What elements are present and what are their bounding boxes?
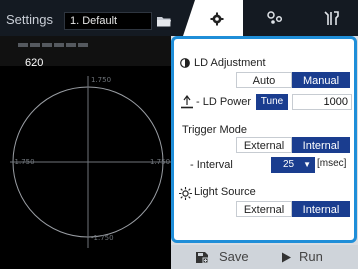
ld-power-label: - LD Power <box>196 96 252 108</box>
light-external-option[interactable]: External <box>236 201 292 217</box>
save-label: Save <box>219 249 249 264</box>
run-label: Run <box>299 249 323 264</box>
interval-unit: [msec] <box>317 158 347 169</box>
trigger-external-option[interactable]: External <box>236 137 292 153</box>
monitor-pane: Settings 1. Default 620 1.750 -1.750 -1.… <box>0 0 171 269</box>
tab-settings[interactable] <box>183 0 243 36</box>
folder-icon[interactable] <box>156 12 171 30</box>
preset-select[interactable]: 1. Default <box>64 12 152 30</box>
interval-select[interactable]: 25 ▼ <box>271 157 315 173</box>
value-readout: 620 <box>25 57 44 69</box>
tab-tools[interactable] <box>311 0 351 36</box>
tune-button[interactable]: Tune <box>256 94 288 110</box>
tick-right: 1.750 <box>150 158 171 166</box>
light-internal-option[interactable]: Internal <box>292 201 350 217</box>
tick-top: 1.750 <box>91 76 112 84</box>
light-icon <box>179 187 192 200</box>
interval-value: 25 <box>283 159 295 170</box>
trigger-mode-toggle: External Internal <box>236 137 350 153</box>
interval-label: - Interval <box>190 159 233 171</box>
play-icon <box>282 252 291 263</box>
laser-icon <box>181 95 193 109</box>
ld-manual-option[interactable]: Manual <box>292 72 350 88</box>
tick-bottom: -1.750 <box>91 234 114 242</box>
tick-left: -1.750 <box>12 158 35 166</box>
light-source-label: Light Source <box>194 186 256 198</box>
settings-label: Settings <box>6 12 53 27</box>
contrast-icon <box>180 58 190 68</box>
bottom-toolbar: Save Run <box>171 245 358 269</box>
ld-adjustment-toggle: Auto Manual <box>236 72 350 88</box>
hierarchy-icon <box>267 11 283 24</box>
gear-icon <box>210 12 224 26</box>
save-icon <box>196 252 209 264</box>
trigger-mode-label: Trigger Mode <box>182 124 248 136</box>
ld-adjustment-label: LD Adjustment <box>194 57 266 69</box>
ld-power-input[interactable]: 1000 <box>292 94 352 110</box>
chevron-down-icon: ▼ <box>303 160 311 169</box>
light-source-toggle: External Internal <box>236 201 350 217</box>
settings-panel: LD Adjustment Auto Manual - LD Power Tun… <box>171 36 357 243</box>
tab-bar <box>171 0 358 36</box>
settings-bar: Settings 1. Default <box>0 0 171 36</box>
tools-icon <box>324 11 339 25</box>
ld-auto-option[interactable]: Auto <box>236 72 292 88</box>
trigger-internal-option[interactable]: Internal <box>292 137 350 153</box>
save-button[interactable]: Save <box>195 245 265 269</box>
tab-hierarchy[interactable] <box>255 0 295 36</box>
run-button[interactable]: Run <box>279 245 349 269</box>
readout-dashes <box>18 43 88 47</box>
